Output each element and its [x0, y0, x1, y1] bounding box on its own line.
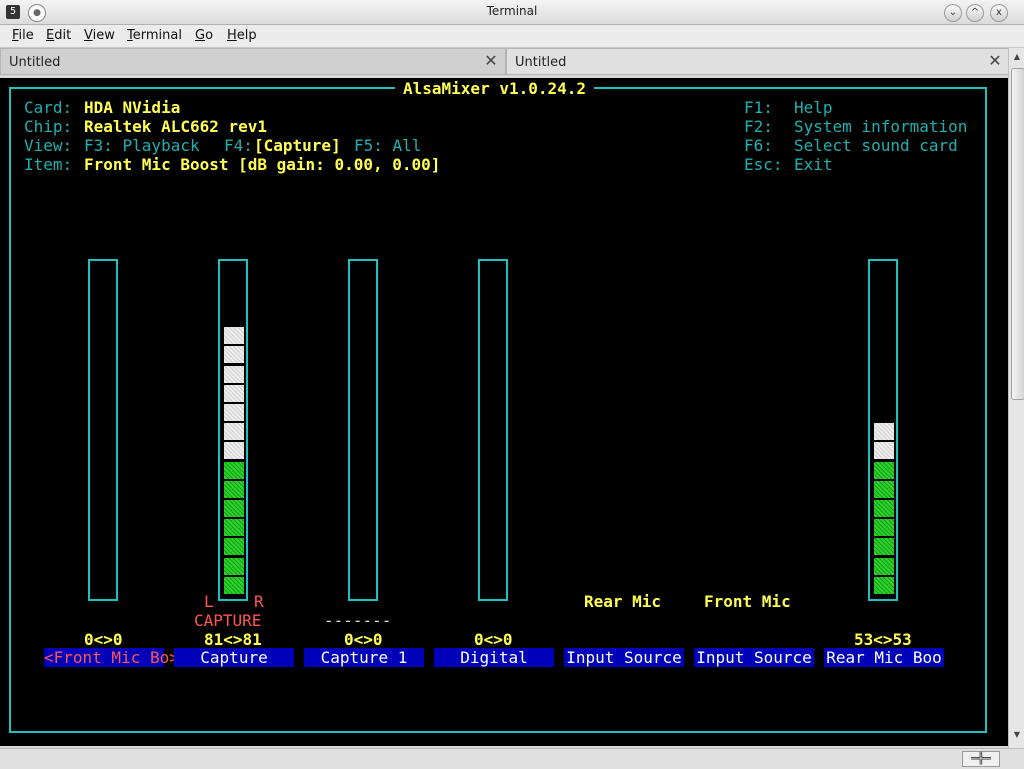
capture-left-label: L: [204, 592, 214, 611]
level-cell: [874, 441, 894, 460]
scroll-thumb[interactable]: [1011, 68, 1024, 400]
capture-right-label: R: [254, 592, 264, 611]
level-cell: [224, 422, 244, 441]
level-cell: [224, 460, 244, 479]
card-label: Card:: [24, 98, 73, 117]
level-cell: [224, 383, 244, 402]
level-cell: [224, 345, 244, 364]
level-cell: [874, 518, 894, 537]
card-value: HDA NVidia: [84, 98, 181, 117]
input-source-1-value[interactable]: Rear Mic: [584, 592, 661, 611]
menu-edit[interactable]: Edit: [46, 28, 71, 43]
meter-front-mic-boost[interactable]: [88, 259, 118, 601]
tab-close-icon[interactable]: ✕: [483, 53, 499, 69]
tab-label: Untitled: [9, 55, 61, 70]
help-esc-text: Exit: [794, 155, 833, 174]
tab-label: Untitled: [515, 55, 567, 70]
resize-grip-icon[interactable]: ═╬═: [962, 751, 1000, 767]
level-cell: [874, 479, 894, 498]
capture-1-flag[interactable]: -------: [324, 611, 391, 630]
menu-view[interactable]: View: [84, 28, 115, 43]
tab-bar: Untitled ✕ Untitled ✕: [0, 48, 1010, 76]
chip-value: Realtek ALC662 rev1: [84, 117, 268, 136]
level-cell: [224, 556, 244, 575]
view-f5[interactable]: F5: All: [354, 136, 421, 155]
level-cell: [224, 479, 244, 498]
scroll-up-icon[interactable]: ▲: [1010, 50, 1024, 64]
help-f2-text: System information: [794, 117, 968, 136]
chip-label: Chip:: [24, 117, 73, 136]
rear-mic-boost-value: 53<>53: [854, 630, 912, 649]
help-f1-key[interactable]: F1:: [744, 98, 773, 117]
level-cell: [874, 499, 894, 517]
maximize-button[interactable]: ^: [966, 4, 984, 22]
minimize-button[interactable]: ⌄: [944, 4, 962, 22]
level-cell: [874, 422, 894, 441]
capture-value: 81<>81: [204, 630, 262, 649]
help-f6-text: Select sound card: [794, 136, 958, 155]
menu-bar: File Edit View Terminal Go Help: [0, 25, 1024, 48]
level-cell: [224, 403, 244, 421]
menu-terminal[interactable]: Terminal: [127, 28, 182, 43]
level-cell: [224, 326, 244, 345]
menu-go[interactable]: Go: [195, 28, 213, 43]
help-f2-key[interactable]: F2:: [744, 117, 773, 136]
channel-input-source-1[interactable]: Input Source: [564, 648, 684, 667]
front-mic-boost-value: 0<>0: [84, 630, 123, 649]
channel-rear-mic-boost[interactable]: Rear Mic Boo: [824, 648, 944, 667]
close-button[interactable]: x: [990, 4, 1008, 22]
item-label: Item:: [24, 155, 73, 174]
level-cell: [224, 537, 244, 556]
scroll-down-icon[interactable]: ▼: [1010, 728, 1024, 742]
window-title: Terminal: [486, 4, 538, 18]
capture-flag[interactable]: CAPTURE: [194, 611, 261, 630]
channel-input-source-2[interactable]: Input Source: [694, 648, 814, 667]
help-esc-key[interactable]: Esc:: [744, 155, 783, 174]
level-cell: [874, 556, 894, 575]
status-bar: ═╬═: [0, 748, 1024, 769]
meter-capture[interactable]: [218, 259, 248, 601]
level-cell: [874, 460, 894, 479]
level-cell: [224, 499, 244, 517]
help-f6-key[interactable]: F6:: [744, 136, 773, 155]
level-cell: [224, 364, 244, 383]
level-cell: [224, 518, 244, 537]
tab-close-icon[interactable]: ✕: [987, 53, 1003, 69]
item-value: Front Mic Boost [dB gain: 0.00, 0.00]: [84, 155, 441, 174]
meter-digital[interactable]: [478, 259, 508, 601]
alsamixer-title: AlsaMixer v1.0.24.2: [395, 79, 595, 98]
menu-help[interactable]: Help: [227, 28, 257, 43]
level-cell: [224, 441, 244, 460]
view-f3[interactable]: F3: Playback: [84, 136, 200, 155]
digital-value: 0<>0: [474, 630, 513, 649]
channel-capture[interactable]: Capture: [174, 648, 294, 667]
level-cell: [224, 575, 244, 594]
channel-front-mic-boost[interactable]: <Front Mic Bo>: [44, 648, 179, 667]
level-cell: [874, 575, 894, 594]
level-cell: [874, 537, 894, 556]
input-source-2-value[interactable]: Front Mic: [704, 592, 791, 611]
tab-untitled-2[interactable]: Untitled ✕: [506, 48, 1010, 75]
meter-rear-mic-boost[interactable]: [868, 259, 898, 601]
view-f4-key[interactable]: F4:: [224, 136, 253, 155]
channel-digital[interactable]: Digital: [434, 648, 554, 667]
vertical-scrollbar[interactable]: ▲ ▼: [1008, 48, 1024, 748]
menu-file[interactable]: File: [12, 28, 34, 43]
terminal-area[interactable]: AlsaMixer v1.0.24.2 Card: HDA NVidia Chi…: [0, 78, 1008, 746]
view-label: View:: [24, 136, 73, 155]
channel-capture-1[interactable]: Capture 1: [304, 648, 424, 667]
capture-1-value: 0<>0: [344, 630, 383, 649]
view-f4-value[interactable]: [Capture]: [254, 136, 341, 155]
tab-untitled-1[interactable]: Untitled ✕: [0, 48, 506, 75]
meter-capture-1[interactable]: [348, 259, 378, 601]
help-f1-text: Help: [794, 98, 833, 117]
window-titlebar: 5 ● Terminal ⌄ ^ x: [0, 0, 1024, 25]
